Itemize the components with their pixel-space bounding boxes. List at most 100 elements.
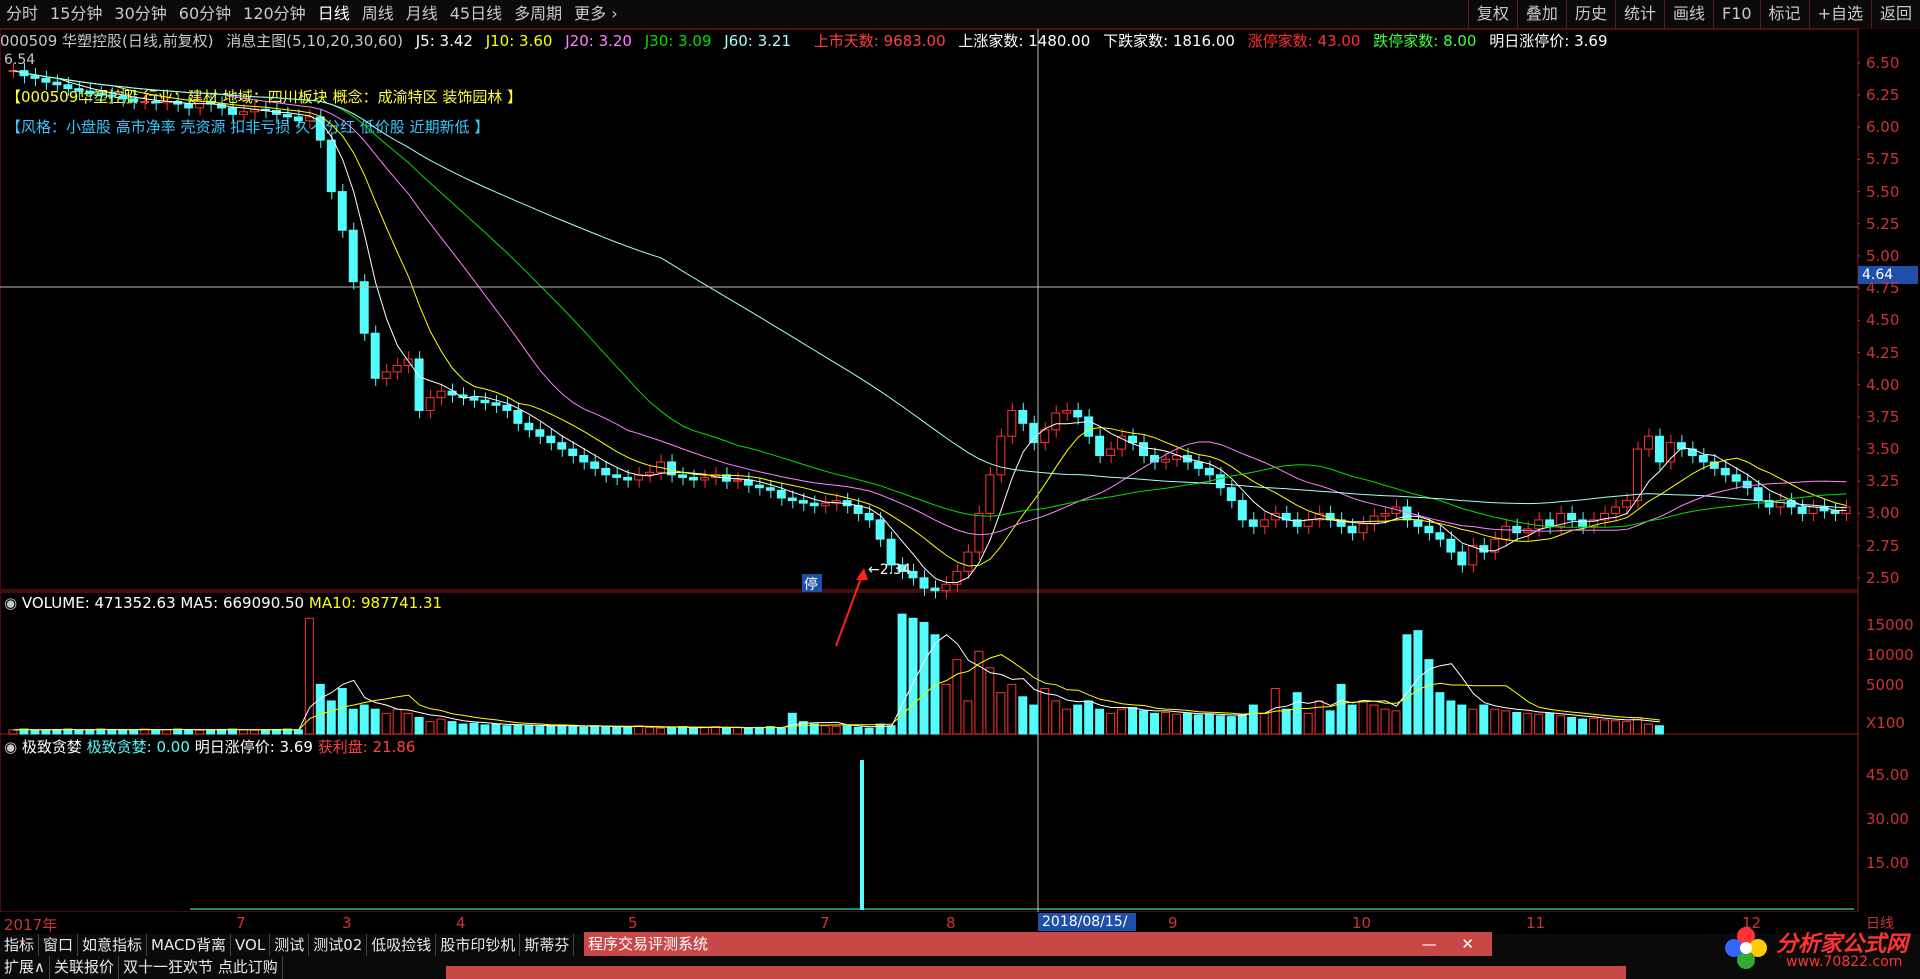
- indicator-tab-3[interactable]: MACD背离: [147, 934, 232, 956]
- ma5-line: [13, 70, 1847, 583]
- y-main-label-5: 5.25: [1866, 214, 1900, 233]
- date-axis: 2017年 7 3 4 5 7 8 9 10 11 12: [0, 914, 1860, 934]
- popup-controls[interactable]: — ✕: [1422, 932, 1484, 956]
- candle-body-38: [425, 397, 435, 411]
- candle-body-137: [1512, 525, 1522, 534]
- indicator-tab-1[interactable]: 窗口: [39, 934, 79, 956]
- volume-bar-147: [1622, 721, 1631, 735]
- candle-body-34: [381, 371, 391, 379]
- candle-body-102: [1128, 435, 1138, 444]
- volume-bar-118: [1303, 712, 1313, 735]
- volume-bar-108: [1193, 714, 1203, 735]
- volume-bar-36: [403, 712, 413, 735]
- volume-bar-39: [436, 718, 446, 735]
- indicator-tab-7[interactable]: 低吸捡钱: [367, 934, 437, 956]
- candle-body-95: [1051, 412, 1061, 431]
- volume-bar-111: [1226, 716, 1236, 735]
- date-axis-label-6: 8: [946, 914, 956, 932]
- y-main-label-9: 4.25: [1866, 343, 1900, 362]
- candle-body-70: [776, 489, 786, 499]
- volume-bar-124: [1369, 704, 1379, 735]
- volume-bar-143: [1578, 718, 1588, 735]
- volume-bar-132: [1457, 704, 1467, 735]
- candle-body-77: [853, 505, 863, 514]
- candle-body-32: [359, 281, 369, 334]
- volume-bar-103: [1139, 710, 1149, 735]
- volume-bar-97: [1073, 704, 1083, 735]
- candle-body-61: [678, 474, 688, 478]
- volume-bar-112: [1237, 714, 1247, 735]
- ma10-line: [13, 70, 1847, 567]
- volume-bar-141: [1556, 715, 1566, 735]
- volume-bar-107: [1182, 712, 1192, 735]
- date-axis-label-8: 10: [1352, 914, 1372, 932]
- indicator-tab-5[interactable]: 测试: [270, 934, 310, 956]
- collapse-icon-2[interactable]: ◉: [4, 738, 17, 756]
- collapse-icon[interactable]: ◉: [4, 594, 17, 612]
- y-main-label-4: 5.50: [1866, 182, 1900, 201]
- volume-bar-127: [1402, 634, 1412, 735]
- candle-body-48: [535, 429, 545, 437]
- y-main-label-8: 4.50: [1866, 311, 1900, 330]
- volume-bar-44: [491, 723, 501, 735]
- volume-bar-52: [579, 726, 589, 735]
- volume-bar-85: [941, 683, 951, 735]
- candle-body-131: [1446, 538, 1456, 553]
- indicator-tab-2[interactable]: 如意指标: [78, 934, 148, 956]
- candle-body-156: [1720, 467, 1730, 476]
- volume-bar-29: [326, 700, 336, 735]
- indicator-tab-0[interactable]: 指标: [0, 934, 40, 956]
- candle-body-161: [1775, 500, 1785, 508]
- candle-body-55: [612, 474, 622, 478]
- indicator-tab-4[interactable]: VOL: [231, 934, 271, 956]
- extension-tab-0[interactable]: 扩展∧: [0, 956, 50, 979]
- candle-body-98: [1084, 416, 1094, 437]
- date-axis-label-9: 11: [1526, 914, 1546, 932]
- volume-bar-131: [1446, 700, 1456, 735]
- volume-bar-93: [1029, 704, 1039, 735]
- volume-bar-34: [381, 712, 391, 735]
- volume-bar-68: [754, 726, 764, 735]
- candle-body-129: [1424, 525, 1434, 534]
- candle-body-111: [1226, 487, 1236, 502]
- candle-body-108: [1193, 461, 1203, 469]
- candle-body-139: [1534, 519, 1544, 530]
- y-main-label-15: 2.75: [1866, 536, 1900, 555]
- candle-body-103: [1139, 442, 1149, 457]
- greed-spike: [860, 760, 864, 910]
- volume-bar-81: [897, 613, 907, 735]
- trading-eval-popup[interactable]: 程序交易评测系统 — ✕: [584, 932, 1492, 956]
- candle-body-8: [96, 93, 106, 96]
- candle-body-84: [930, 587, 940, 592]
- extension-tab-1[interactable]: 关联报价: [50, 956, 119, 979]
- profit-ratio: 获利盘: 21.86: [317, 738, 416, 756]
- extension-tab-2[interactable]: 双十一狂欢节 点此订购: [119, 956, 283, 979]
- candle-body-88: [974, 512, 984, 553]
- candle-body-58: [645, 471, 655, 476]
- candle-body-20: [228, 107, 237, 115]
- volume-bar-134: [1479, 704, 1489, 735]
- indicator-tab-6[interactable]: 测试02: [309, 934, 368, 956]
- candle-body-105: [1161, 458, 1170, 463]
- candle-body-164: [1808, 506, 1818, 514]
- greed-panel-header: ◉ 极致贪婪 极致贪婪: 0.00 明日涨停价: 3.69 获利盘: 21.86: [4, 736, 415, 757]
- candle-body-11: [129, 98, 139, 102]
- indicator-tab-9[interactable]: 斯蒂芬: [520, 934, 575, 956]
- volume-bar-126: [1391, 710, 1401, 735]
- volume-bar-104: [1150, 712, 1159, 735]
- candle-body-97: [1073, 409, 1083, 418]
- candle-body-54: [601, 467, 611, 476]
- candle-body-133: [1468, 545, 1478, 566]
- date-axis-label-4: 5: [628, 914, 638, 932]
- candle-body-125: [1380, 512, 1390, 517]
- volume-bar-77: [853, 726, 863, 735]
- volume-bar-11: [129, 729, 139, 735]
- site-logo: 分析家公式网 www.70822.com: [1720, 920, 1916, 976]
- candle-body-149: [1643, 435, 1653, 450]
- indicator-tab-8[interactable]: 股市印钞机: [436, 934, 521, 956]
- volume-bar-45: [502, 725, 512, 735]
- volume-bar-38: [425, 721, 435, 735]
- candle-body-35: [392, 364, 402, 373]
- price-volume-chart[interactable]: ←2.34 停: [0, 0, 1860, 912]
- popup-title: 程序交易评测系统: [588, 935, 709, 953]
